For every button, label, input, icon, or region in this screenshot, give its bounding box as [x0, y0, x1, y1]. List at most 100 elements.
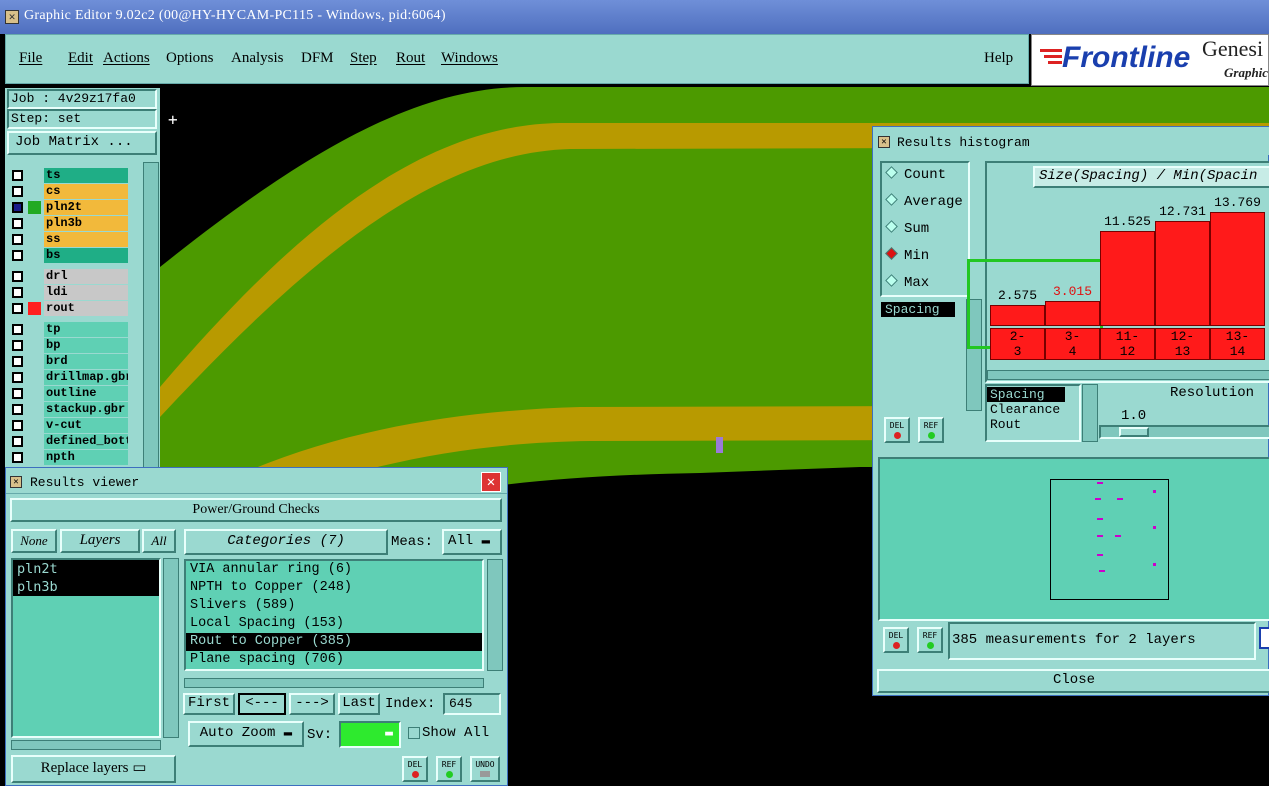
list-item[interactable]: pln3b	[13, 578, 159, 596]
histogram-bin[interactable]: 3- 4	[1045, 328, 1100, 360]
layer-row-ss[interactable]: ss	[10, 232, 128, 248]
del-button[interactable]: DEL	[884, 417, 910, 443]
layer-row-bs[interactable]: bs	[10, 248, 128, 264]
preview-frame[interactable]	[1050, 479, 1169, 600]
ref-button[interactable]: REF	[436, 756, 462, 782]
menu-options[interactable]: Options	[166, 50, 214, 67]
del-button[interactable]: DEL	[402, 756, 428, 782]
layer-checkbox[interactable]	[12, 324, 23, 335]
ref-button[interactable]: REF	[917, 627, 943, 653]
layer-checkbox[interactable]	[12, 372, 23, 383]
list-item[interactable]: Slivers (589)	[186, 597, 482, 615]
layer-checkbox[interactable]	[12, 218, 23, 229]
type-scrollbar[interactable]	[1082, 384, 1098, 442]
list-item[interactable]: Spacing	[881, 302, 955, 317]
list-item[interactable]: Spacing	[987, 387, 1065, 402]
ref-button[interactable]: REF	[918, 417, 944, 443]
layer-checkbox[interactable]	[12, 186, 23, 197]
del-button[interactable]: DEL	[883, 627, 909, 653]
menu-help[interactable]: Help	[984, 50, 1013, 67]
job-matrix-button[interactable]: Job Matrix ...	[7, 131, 157, 155]
close-icon[interactable]: ✕	[481, 472, 501, 492]
menu-edit[interactable]: Edit	[68, 50, 93, 67]
categories-hscroll[interactable]	[184, 678, 484, 688]
layer-checkbox[interactable]	[12, 303, 23, 314]
histogram-bin[interactable]: 2- 3	[990, 328, 1045, 360]
replace-layers-button[interactable]: Replace layers ▭	[11, 755, 176, 783]
list-item[interactable]: Rout to Copper (385)	[186, 633, 482, 651]
layer-row-cs[interactable]: cs	[10, 184, 128, 200]
histogram-bar[interactable]	[990, 305, 1045, 326]
list-item[interactable]: Clearance	[987, 402, 1079, 417]
slider-handle[interactable]	[1119, 427, 1149, 437]
meas-dropdown[interactable]: All ▬	[442, 529, 502, 555]
list-item[interactable]: Rout	[987, 417, 1079, 432]
layer-row-bp[interactable]: bp	[10, 338, 128, 354]
layer-row-brd[interactable]: brd	[10, 354, 128, 370]
mode-radio-max[interactable]: Max	[885, 274, 929, 291]
layer-checkbox[interactable]	[12, 388, 23, 399]
measure-list[interactable]: Spacing	[881, 299, 967, 414]
histogram-bin[interactable]: 11- 12	[1100, 328, 1155, 360]
menu-windows[interactable]: Windows	[441, 50, 498, 67]
layer-items-scrollbar[interactable]	[163, 558, 179, 738]
close-button[interactable]: Close	[877, 669, 1269, 693]
categories-button[interactable]: Categories (7)	[184, 529, 388, 555]
categories-scrollbar[interactable]	[487, 559, 503, 671]
mode-radio-average[interactable]: Average	[885, 193, 963, 210]
mode-radio-count[interactable]: Count	[885, 166, 946, 183]
check-name-button[interactable]: Power/Ground Checks	[10, 498, 502, 522]
layer-items-list[interactable]: pln2t pln3b	[11, 558, 161, 738]
list-item[interactable]: Local Spacing (153)	[186, 615, 482, 633]
prev-button[interactable]: <---	[238, 693, 286, 715]
histogram-bar[interactable]	[1155, 221, 1210, 326]
layer-row-drillmap-gbr[interactable]: drillmap.gbr	[10, 370, 128, 386]
layers-button[interactable]: Layers	[60, 529, 140, 553]
layer-checkbox[interactable]	[12, 287, 23, 298]
next-button[interactable]: --->	[289, 693, 335, 715]
layer-row-rout[interactable]: rout	[10, 301, 128, 317]
list-item[interactable]: pln2t	[13, 560, 159, 578]
layer-checkbox[interactable]	[12, 170, 23, 181]
first-button[interactable]: First	[183, 693, 235, 715]
layer-checkbox[interactable]	[12, 356, 23, 367]
menu-step[interactable]: Step	[350, 50, 377, 67]
mode-radio-sum[interactable]: Sum	[885, 220, 929, 237]
last-button[interactable]: Last	[338, 693, 380, 715]
all-button[interactable]: All	[142, 529, 176, 553]
layer-items-hscroll[interactable]	[11, 740, 161, 750]
layer-checkbox[interactable]	[12, 452, 23, 463]
list-item[interactable]: NPTH to Copper (248)	[186, 579, 482, 597]
sv-color-dropdown[interactable]: ▬	[339, 721, 401, 748]
layer-row-npth[interactable]: npth	[10, 450, 128, 466]
layer-checkbox[interactable]	[12, 250, 23, 261]
mode-radio-min[interactable]: Min	[885, 247, 929, 264]
layer-checkbox[interactable]	[12, 234, 23, 245]
list-item[interactable]: VIA annular ring (6)	[186, 561, 482, 579]
layer-checkbox[interactable]	[12, 436, 23, 447]
histogram-bar[interactable]	[1100, 231, 1155, 326]
layer-row-outline[interactable]: outline	[10, 386, 128, 402]
layer-scrollbar[interactable]	[143, 162, 159, 468]
layer-row-v-cut[interactable]: v-cut	[10, 418, 128, 434]
list-item[interactable]: Plane spacing (706)	[186, 651, 482, 669]
type-list[interactable]: Spacing Clearance Rout	[985, 384, 1081, 442]
menu-actions[interactable]: Actions	[103, 50, 150, 67]
measurement-marker[interactable]	[716, 437, 723, 453]
layer-row-tp[interactable]: tp	[10, 322, 128, 338]
layer-checkbox[interactable]	[12, 202, 23, 213]
resolution-slider[interactable]	[1099, 425, 1269, 439]
layer-checkbox[interactable]	[12, 271, 23, 282]
layer-checkbox[interactable]	[12, 420, 23, 431]
none-button[interactable]: None	[11, 529, 57, 553]
index-input[interactable]: 645	[443, 693, 501, 715]
layer-row-defined-bott[interactable]: defined_bott	[10, 434, 128, 450]
histogram-bin[interactable]: 13- 14	[1210, 328, 1265, 360]
layer-row-pln3b[interactable]: pln3b	[10, 216, 128, 232]
menu-rout[interactable]: Rout	[396, 50, 425, 67]
layer-checkbox[interactable]	[12, 340, 23, 351]
menu-analysis[interactable]: Analysis	[231, 50, 284, 67]
histogram-hscroll[interactable]	[987, 370, 1269, 380]
auto-zoom-dropdown[interactable]: Auto Zoom ▬	[188, 721, 304, 747]
layer-row-pln2t[interactable]: pln2t	[10, 200, 128, 216]
